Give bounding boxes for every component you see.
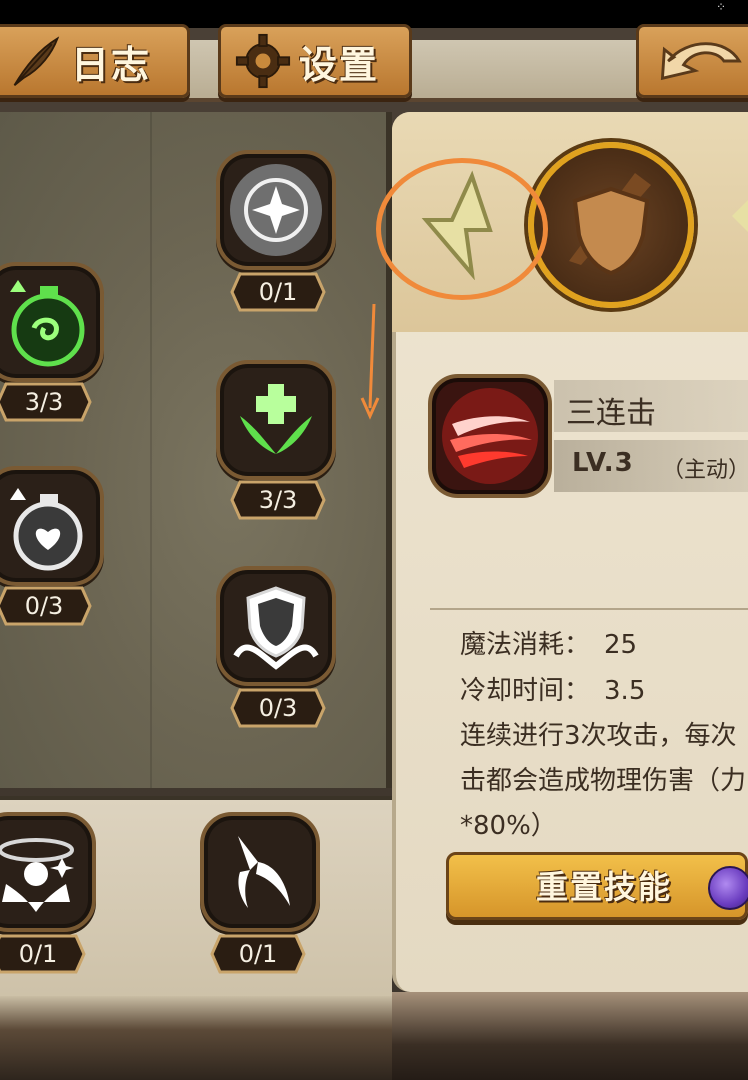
class-shield-emblem[interactable] [528,142,694,308]
count-badge: 0/3 [0,586,92,626]
mana-cost-label: 魔法消耗： [460,630,591,660]
skill-radiant-star[interactable] [216,150,336,270]
tab-log[interactable]: 日志 [0,24,190,98]
shield-sword-icon [569,173,651,276]
tab-log-label: 日志 [71,42,152,87]
count-text: 0/1 [18,940,58,968]
count-badge: 0/1 [0,934,86,974]
cooldown-label: 冷却时间： [460,676,591,706]
status-icon: ⁘ [716,0,727,14]
potion-heart-icon [10,488,83,571]
count-text: 0/1 [238,940,278,968]
radiant-star-icon [230,164,322,256]
skill-name: 三连击 [566,396,656,431]
count-text: 0/3 [24,592,64,620]
cooldown-value: 3.5 [604,676,646,706]
count-text: 3/3 [258,486,298,514]
reset-skills-label: 重置技能 [536,868,673,906]
annotation-arrow-icon [360,303,380,420]
levitate-aura-icon [0,838,74,912]
back-button[interactable] [636,24,748,98]
count-badge: 0/3 [230,688,326,728]
holy-cross-wings-icon [240,384,312,454]
skill-levitate-aura[interactable] [0,812,96,932]
count-text: 0/3 [258,694,298,722]
count-badge: 0/1 [230,272,326,312]
feather-icon [13,36,60,86]
gear-icon [235,33,291,89]
count-badge: 3/3 [230,480,326,520]
scissor-blade-icon [238,836,290,908]
skill-level: LV.3 [572,448,634,478]
mana-cost-value: 25 [604,630,638,660]
back-arrow-icon [660,42,742,81]
tab-settings[interactable]: 设置 [218,24,412,98]
skill-potion-heart[interactable] [0,466,104,586]
cooldown-row: 冷却时间： 3.5 [460,670,645,707]
gem-icon [708,866,748,910]
skill-scissor-blade[interactable] [200,812,320,932]
count-badge: 3/3 [0,382,92,422]
tab-settings-label: 设置 [299,42,380,87]
skill-holy-cross-wings[interactable] [216,360,336,480]
count-badge: 0/1 [210,934,306,974]
triple-slash-icon [442,388,538,484]
shield-guard-icon [233,586,319,670]
next-class-arrow-icon[interactable] [732,196,748,236]
highlight-annotation-circle [376,158,548,300]
skill-type: （主动） [662,458,748,483]
count-text: 0/1 [258,278,298,306]
divider [430,608,748,610]
skill-description: 连续进行3次攻击，每次击都会造成物理伤害（力*80%） [460,721,747,841]
skill-potion-swirl[interactable] [0,262,104,382]
floor-decoration [0,996,392,1080]
potion-swirl-icon [10,280,85,367]
mana-cost-row: 魔法消耗： 25 [460,624,637,661]
count-text: 3/3 [24,388,64,416]
selected-skill-icon [428,374,552,498]
floor-decoration [392,992,748,1080]
skill-shield-guard[interactable] [216,566,336,686]
